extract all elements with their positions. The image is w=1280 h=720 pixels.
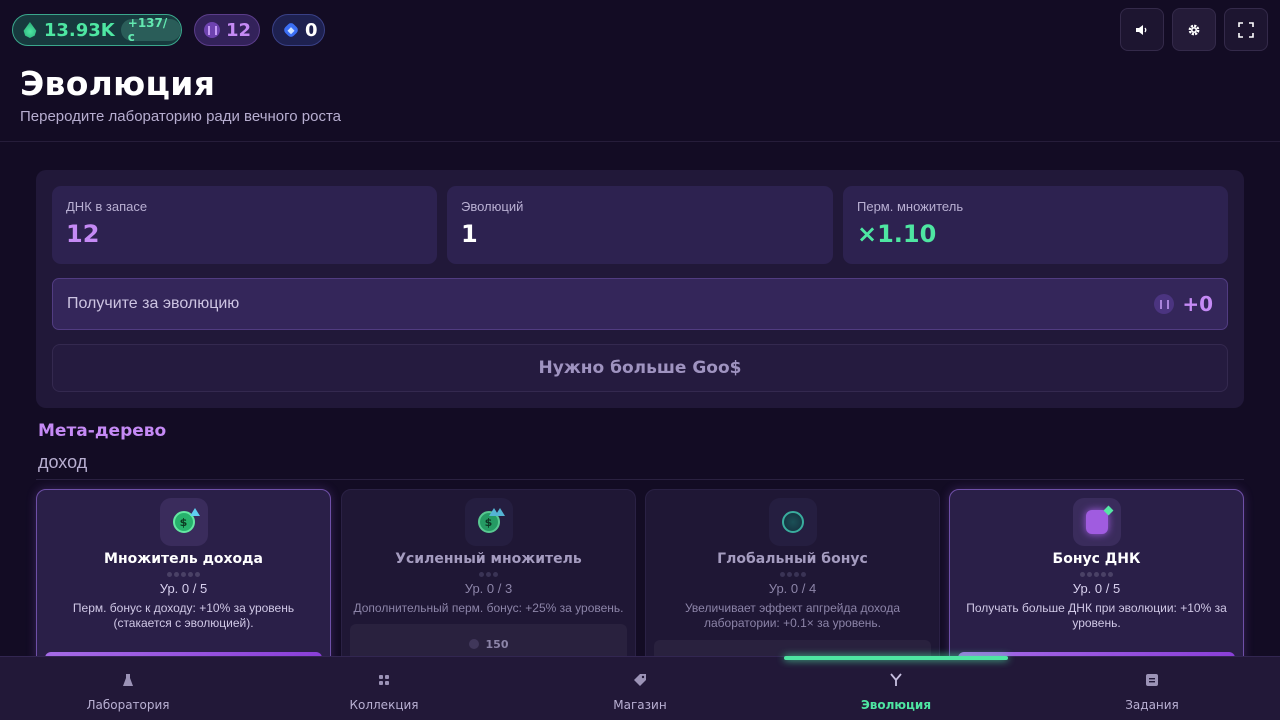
stat-evolutions: Эволюций 1	[447, 186, 833, 264]
header-divider	[0, 141, 1280, 142]
sound-button[interactable]	[1120, 8, 1164, 51]
nav-label: Коллекция	[349, 698, 419, 712]
dna-value: 12	[226, 19, 252, 41]
gear-icon	[1188, 24, 1200, 35]
goo-rate-badge: +137/с	[120, 16, 181, 44]
evolution-reward-row: Получите за эволюцию +0	[52, 278, 1228, 330]
active-tab-indicator	[784, 656, 1008, 660]
grid-icon	[379, 672, 389, 688]
page-title: Эволюция	[20, 64, 216, 103]
meta-tree-title: Мета-дерево	[38, 421, 167, 441]
top-bar: 13.93K +137/с 12 0	[0, 0, 1280, 58]
reward-label: Получите за эволюцию	[67, 295, 240, 312]
upgrade-card-dna-bonus[interactable]: Бонус ДНК Ур. 0 / 5 Получать больше ДНК …	[949, 489, 1244, 669]
page-subtitle: Перероди­те лабораторию ради вечного рос…	[20, 108, 342, 125]
stat-label: ДНК в запасе	[66, 199, 148, 214]
level-dots	[646, 572, 939, 577]
card-description: Перм. бонус к доходу: +10% за уровень (с…	[72, 601, 295, 630]
speaker-icon	[1136, 24, 1147, 35]
flask-icon	[122, 672, 134, 688]
goo-counter: 13.93K +137/с	[12, 14, 182, 46]
upgrade-card-income-multiplier[interactable]: $ Множитель дохода Ур. 0 / 5 Перм. бонус…	[36, 489, 331, 669]
upgrade-card-boosted-multiplier[interactable]: $ Усиленный множитель Ур. 0 / 3 Дополнит…	[341, 489, 636, 669]
gem-counter: 0	[272, 14, 325, 46]
gem-value: 0	[305, 19, 318, 41]
stat-value: ×1.10	[857, 220, 937, 248]
stat-label: Перм. множитель	[857, 199, 964, 214]
level-dots	[37, 572, 330, 577]
stat-value: 12	[66, 220, 100, 248]
nav-tasks[interactable]: Задания	[1024, 657, 1280, 720]
globe-icon	[768, 498, 817, 546]
nav-collection[interactable]: Коллекция	[256, 657, 512, 720]
gem-icon	[282, 21, 300, 39]
evolution-panel: ДНК в запасе 12 Эволюций 1 Перм. множите…	[36, 170, 1244, 408]
card-description: Получать больше ДНК при эволюции: +10% з…	[966, 601, 1227, 630]
card-level: Ур. 0 / 5	[159, 581, 208, 596]
goo-drop-icon	[23, 22, 37, 38]
reward-amount: +0	[1182, 292, 1213, 316]
dna-sparkle-icon	[1072, 498, 1121, 546]
stat-dna-stock: ДНК в запасе 12	[52, 186, 437, 264]
level-dots	[342, 572, 635, 577]
upgrade-card-global-bonus[interactable]: Глобальный бонус Ур. 0 / 4 Увеличивает э…	[645, 489, 940, 669]
fullscreen-icon	[1238, 21, 1254, 38]
fullscreen-button[interactable]	[1224, 8, 1268, 51]
nav-label: Задания	[1125, 698, 1179, 712]
dna-icon	[1154, 294, 1175, 314]
goo-value: 13.93K	[43, 19, 115, 41]
card-title: Бонус ДНК	[1052, 551, 1141, 567]
nav-label: Лаборатория	[86, 698, 170, 712]
nav-evolution[interactable]: Эволюция	[768, 657, 1024, 720]
nav-label: Эволюция	[860, 698, 932, 712]
meta-tree-category: доход	[38, 452, 88, 472]
card-level: Ур. 0 / 4	[768, 581, 817, 596]
settings-button[interactable]	[1172, 8, 1216, 51]
evolution-icon	[889, 672, 903, 688]
bottom-navigation: Лаборатория Коллекция Магазин Эволюция З…	[0, 656, 1280, 720]
coin-double-upgrade-icon: $	[464, 498, 513, 546]
card-description: Дополнительный перм. бонус: +25% за уров…	[353, 601, 624, 615]
cost-value: 150	[485, 638, 509, 651]
card-level: Ур. 0 / 5	[1072, 581, 1121, 596]
reward-value: +0	[1154, 292, 1213, 316]
card-description: Увеличивает эффект апгрейда дохода лабор…	[684, 601, 900, 630]
meta-tree-divider	[36, 479, 1244, 480]
level-dots	[950, 572, 1243, 577]
tasks-icon	[1146, 672, 1158, 688]
nav-label: Магазин	[613, 698, 667, 712]
tag-icon	[633, 672, 647, 688]
stat-perm-multiplier: Перм. множитель ×1.10	[843, 186, 1228, 264]
stat-label: Эволюций	[461, 199, 524, 214]
dna-icon	[204, 22, 220, 38]
stat-value: 1	[461, 220, 478, 248]
coin-upgrade-icon: $	[159, 498, 208, 546]
dna-counter: 12	[194, 14, 260, 46]
card-title: Множитель дохода	[104, 551, 263, 567]
dna-icon	[468, 639, 479, 649]
card-title: Усиленный множитель	[395, 551, 582, 567]
card-title: Глобальный бонус	[717, 551, 868, 567]
evolve-button[interactable]: Нужно больше Goo$	[52, 344, 1228, 392]
nav-laboratory[interactable]: Лаборатория	[0, 657, 256, 720]
nav-shop[interactable]: Магазин	[512, 657, 768, 720]
card-level: Ур. 0 / 3	[464, 581, 513, 596]
